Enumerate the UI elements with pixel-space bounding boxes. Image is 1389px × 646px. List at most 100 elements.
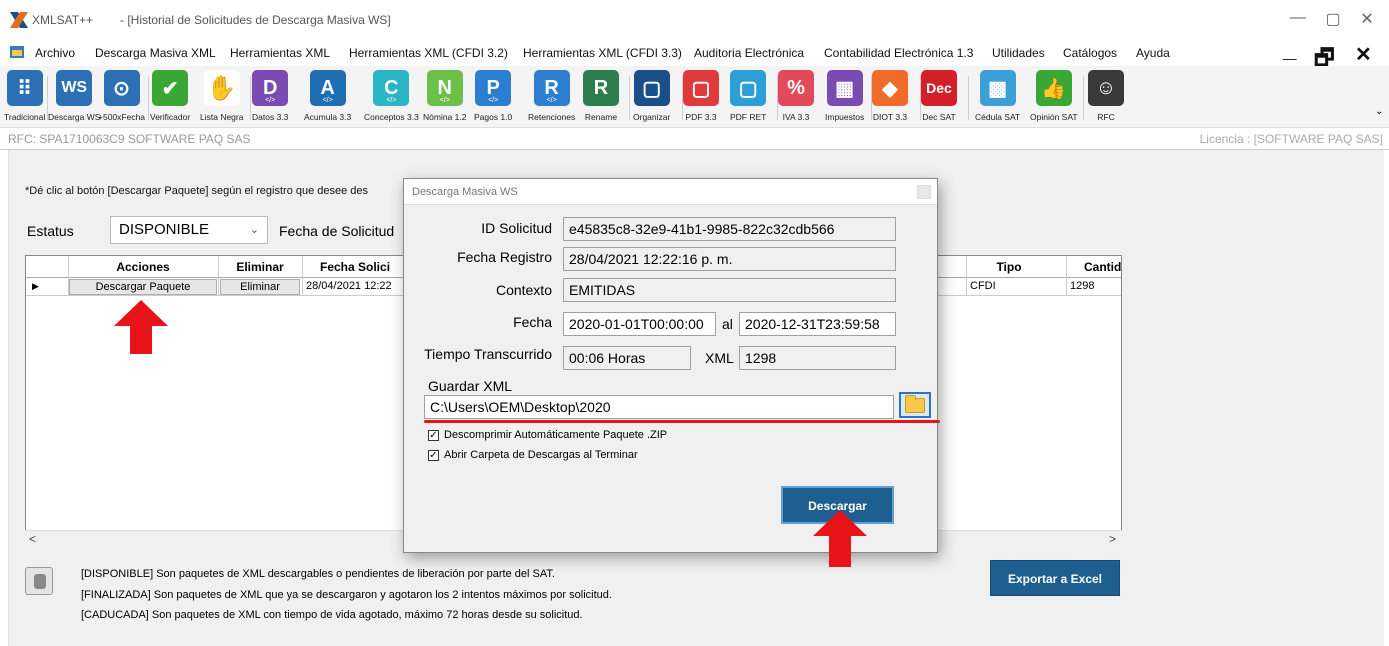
toolbar-pdfret[interactable]: ▢ PDF RET — [730, 68, 766, 124]
toolbar-lista-negra[interactable]: ✋ Lista Negra — [200, 68, 243, 124]
checkbox-mark-icon: ✓ — [428, 429, 439, 441]
tiempo-transcurrido-field[interactable]: 00:06 Horas — [563, 346, 691, 370]
toolbar-diot[interactable]: ◆ DIOT 3.3 — [872, 68, 908, 124]
menu-contabilidad[interactable]: Contabilidad Electrónica 1.3 — [824, 46, 973, 60]
toolbar-separator — [968, 76, 969, 120]
retenciones-r-icon: R </> — [533, 70, 570, 106]
calculator-icon: ▦ — [826, 70, 863, 106]
eliminar-button[interactable]: Eliminar — [220, 279, 300, 295]
toolbar-organizar[interactable]: ▢ Organizar — [633, 68, 670, 124]
id-solicitud-label: ID Solicitud — [481, 220, 552, 236]
menu-utilidades[interactable]: Utilidades — [992, 46, 1045, 60]
col-fecha[interactable]: Fecha Solici — [302, 260, 412, 274]
toolbar-label: Rename — [584, 112, 618, 122]
fecha-registro-field[interactable]: 28/04/2021 12:22:16 p. m. — [563, 247, 896, 271]
mdi-window-icon[interactable] — [10, 46, 24, 58]
toolbar-tradicional[interactable]: ⠿ Tradicional — [4, 68, 45, 124]
toolbar-rename[interactable]: R Rename — [583, 68, 619, 124]
col-eliminar[interactable]: Eliminar — [218, 260, 302, 274]
id-solicitud-field[interactable]: e45835c8-32e9-41b1-9985-822c32cdb566 — [563, 217, 896, 241]
export-excel-button[interactable]: Exportar a Excel — [990, 560, 1120, 596]
browse-folder-button[interactable] — [899, 392, 931, 418]
toolbar-500xfecha[interactable]: ⊙ +500xFecha — [98, 68, 145, 124]
acumula-a-icon: A </> — [309, 70, 346, 106]
menu-descarga-masiva[interactable]: Descarga Masiva XML — [95, 46, 216, 60]
toolbar-pagos[interactable]: P </> Pagos 1.0 — [474, 68, 512, 124]
toolbar-separator — [148, 76, 149, 120]
estatus-select[interactable]: DISPONIBLE ⌄ — [110, 216, 268, 244]
toolbar-label: Descarga WS — [48, 112, 101, 122]
toolbar: ⠿ Tradicional WS Descarga WS ⊙ +500xFech… — [0, 66, 1389, 128]
menu-ayuda[interactable]: Ayuda — [1136, 46, 1170, 60]
menu-auditoria[interactable]: Auditoria Electrónica — [694, 46, 804, 60]
maximize-button[interactable]: ▢ — [1318, 9, 1348, 29]
arrow-head — [813, 510, 867, 536]
toolbar-overflow-button[interactable]: ⌄ — [1375, 106, 1383, 117]
toolbar-retenciones[interactable]: R </> Retenciones — [528, 68, 575, 124]
toolbar-pdf33[interactable]: ▢ PDF 3.3 — [683, 68, 719, 124]
al-label: al — [722, 316, 733, 332]
toolbar-impuestos[interactable]: ▦ Impuestos — [825, 68, 864, 124]
app-logo-icon — [10, 12, 28, 28]
dialog-title: Descarga Masiva WS — [412, 186, 518, 198]
conceptos-c-icon: C </> — [373, 70, 410, 106]
toolbar-opinion-sat[interactable]: 👍 Opinión SAT — [1030, 68, 1078, 124]
folder-icon — [905, 394, 925, 413]
toolbar-acumula[interactable]: A </> Acumula 3.3 — [304, 68, 351, 124]
menu-herramientas-xml[interactable]: Herramientas XML — [230, 46, 330, 60]
toolbar-label: Verificador — [150, 112, 191, 122]
ws-icon: WS — [56, 70, 93, 106]
col-acciones[interactable]: Acciones — [68, 260, 218, 274]
contexto-field[interactable]: EMITIDAS — [563, 278, 896, 302]
col-cantidad[interactable]: Cantid — [1066, 260, 1126, 274]
minimize-button[interactable]: — — [1283, 9, 1313, 27]
descargar-paquete-button[interactable]: Descargar Paquete — [69, 279, 217, 295]
toolbar-separator — [629, 76, 630, 120]
toolbar-label: Nómina 1.2 — [423, 112, 467, 122]
rfc-text: RFC: SPA1710063C9 SOFTWARE PAQ SAS — [8, 132, 251, 146]
descomprimir-checkbox[interactable]: ✓ Descomprimir Automáticamente Paquete .… — [428, 429, 667, 441]
mdi-close-button[interactable]: ✕ — [1355, 42, 1372, 67]
toolbar-iva[interactable]: % IVA 3.3 — [778, 68, 814, 124]
hand-stop-icon: ✋ — [203, 70, 240, 106]
contexto-label: Contexto — [495, 282, 552, 298]
row-selector-icon: ▶ — [32, 281, 39, 291]
mdi-minimize-button[interactable]: _ — [1283, 36, 1296, 64]
toolbar-label: Datos 3.3 — [252, 112, 289, 122]
toolbar-rfc[interactable]: ☺ RFC — [1088, 68, 1124, 124]
toolbar-label: Conceptos 3.3 — [364, 112, 419, 122]
scroll-left-icon[interactable]: < — [29, 532, 36, 546]
toolbar-cedula-sat[interactable]: ▩ Cédula SAT — [975, 68, 1020, 124]
toolbar-conceptos[interactable]: C </> Conceptos 3.3 — [364, 68, 419, 124]
tiempo-transcurrido-label: Tiempo Transcurrido — [424, 346, 552, 362]
menu-catalogos[interactable]: Catálogos — [1063, 46, 1117, 60]
xml-count-field[interactable]: 1298 — [739, 346, 896, 370]
menu-archivo[interactable]: Archivo — [35, 46, 75, 60]
toolbar-descarga-ws[interactable]: WS Descarga WS — [48, 68, 100, 124]
fecha-registro-label: Fecha Registro — [457, 249, 552, 265]
menu-herramientas-cfdi32[interactable]: Herramientas XML (CFDI 3.2) — [349, 46, 508, 60]
scroll-right-icon[interactable]: > — [1109, 532, 1116, 546]
col-tipo[interactable]: Tipo — [966, 260, 1052, 274]
toolbar-dec-sat[interactable]: Dec Dec SAT — [921, 68, 957, 124]
abrir-carpeta-checkbox[interactable]: ✓ Abrir Carpeta de Descargas al Terminar — [428, 449, 638, 461]
toolbar-datos[interactable]: D </> Datos 3.3 — [252, 68, 288, 124]
thumbs-up-icon: 👍 — [1035, 70, 1072, 106]
500xfecha-icon: ⊙ — [103, 70, 140, 106]
pdf-icon: ▢ — [683, 70, 719, 106]
ruta-guardar-input[interactable]: C:\Users\OEM\Desktop\2020 — [424, 395, 894, 419]
toolbar-nomina[interactable]: N </> Nómina 1.2 — [423, 68, 466, 124]
close-button[interactable]: ✕ — [1352, 9, 1382, 29]
descarga-dialog: Descarga Masiva WS ID Solicitud e45835c8… — [403, 178, 938, 553]
trash-icon — [25, 567, 53, 595]
menu-herramientas-cfdi33[interactable]: Herramientas XML (CFDI 3.3) — [523, 46, 682, 60]
license-text: Licencia : [SOFTWARE PAQ SAS] — [1199, 132, 1383, 146]
toolbar-separator — [250, 76, 251, 120]
dialog-close-button[interactable] — [917, 185, 931, 199]
toolbar-label: PDF 3.3 — [685, 112, 717, 122]
toolbar-verificador[interactable]: ✔ Verificador — [150, 68, 190, 124]
fecha-desde-field[interactable]: 2020-01-01T00:00:00 — [563, 312, 716, 336]
fecha-hasta-field[interactable]: 2020-12-31T23:59:58 — [739, 312, 896, 336]
toolbar-label: +500xFecha — [98, 112, 146, 122]
toolbar-label: IVA 3.3 — [782, 112, 810, 122]
